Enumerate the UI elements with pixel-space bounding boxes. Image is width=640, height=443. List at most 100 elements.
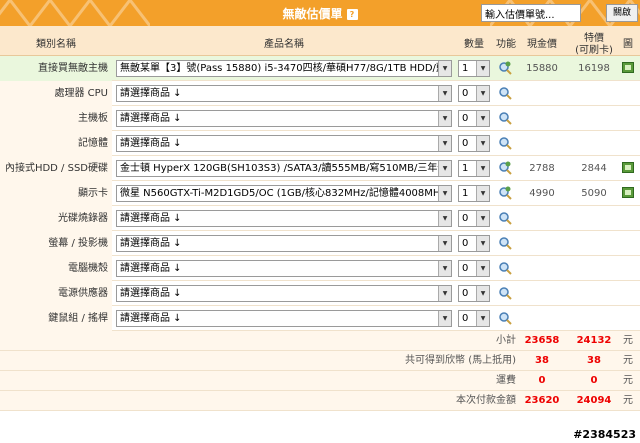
special-price: [572, 231, 616, 256]
product-select[interactable]: 請選擇商品 ↓ ▼: [116, 285, 452, 302]
estimate-number-input[interactable]: [481, 4, 581, 22]
column-func: 功能: [496, 39, 516, 50]
chevron-down-icon[interactable]: ▼: [438, 211, 451, 226]
search-icon[interactable]: [498, 261, 512, 275]
quantity-value: 1: [462, 188, 469, 199]
product-select[interactable]: 無敵某單【3】號(Pass 15880) i5-3470四核/華碩H77/8G/…: [116, 60, 452, 77]
chevron-down-icon[interactable]: ▼: [438, 186, 451, 201]
product-row: 處理器 CPU 請選擇商品 ↓ ▼ 0 ▼: [0, 81, 640, 106]
chevron-down-icon[interactable]: ▼: [476, 261, 489, 276]
cash-price: 2788: [529, 163, 555, 174]
search-icon[interactable]: [498, 136, 512, 150]
close-button[interactable]: 關啟: [606, 4, 638, 22]
product-select[interactable]: 請選擇商品 ↓ ▼: [116, 135, 452, 152]
column-pic: 圖: [623, 39, 633, 50]
chevron-down-icon[interactable]: ▼: [476, 236, 489, 251]
chevron-down-icon[interactable]: ▼: [476, 111, 489, 126]
product-row: 內接式HDD / SSD硬碟 金士頓 HyperX 120GB(SH103S3) …: [0, 156, 640, 181]
refresh-search-icon[interactable]: [498, 61, 512, 75]
chevron-down-icon[interactable]: ▼: [438, 111, 451, 126]
chevron-down-icon[interactable]: ▼: [438, 86, 451, 101]
chevron-down-icon[interactable]: ▼: [476, 136, 489, 151]
product-select[interactable]: 請選擇商品 ↓ ▼: [116, 85, 452, 102]
search-icon[interactable]: [498, 236, 512, 250]
chevron-down-icon[interactable]: ▼: [438, 311, 451, 326]
summary-row: 小計 23658 24132 元: [0, 331, 640, 351]
cash-price: 4990: [529, 188, 555, 199]
quantity-value: 0: [462, 113, 469, 124]
quantity-select[interactable]: 0 ▼: [458, 210, 490, 227]
cash-price: [520, 281, 564, 306]
special-price: [572, 281, 616, 306]
chevron-down-icon[interactable]: ▼: [438, 286, 451, 301]
chevron-down-icon[interactable]: ▼: [476, 86, 489, 101]
quantity-select[interactable]: 0 ▼: [458, 235, 490, 252]
quantity-select[interactable]: 1 ▼: [458, 185, 490, 202]
quantity-select[interactable]: 1 ▼: [458, 160, 490, 177]
product-select-value: 請選擇商品 ↓: [120, 88, 182, 99]
watermark: #2384523: [573, 428, 636, 441]
image-icon[interactable]: [622, 187, 634, 198]
search-icon[interactable]: [498, 86, 512, 100]
product-select-value: 微星 N560GTX-Ti-M2D1GD5/OC (1GB/核心832MHz/記…: [120, 188, 450, 199]
search-icon[interactable]: [498, 211, 512, 225]
product-select[interactable]: 微星 N560GTX-Ti-M2D1GD5/OC (1GB/核心832MHz/記…: [116, 185, 452, 202]
summary-row: 本次付款金額 23620 24094 元: [0, 391, 640, 411]
chevron-down-icon[interactable]: ▼: [476, 61, 489, 76]
search-icon[interactable]: [498, 311, 512, 325]
quantity-select[interactable]: 0 ▼: [458, 85, 490, 102]
special-price: [572, 81, 616, 106]
chevron-down-icon[interactable]: ▼: [438, 136, 451, 151]
special-price: [572, 106, 616, 131]
summary-special: 24132: [576, 335, 612, 346]
product-row: 顯示卡 微星 N560GTX-Ti-M2D1GD5/OC (1GB/核心832MH…: [0, 181, 640, 206]
image-icon[interactable]: [622, 62, 634, 73]
quantity-select[interactable]: 0 ▼: [458, 110, 490, 127]
summary-special: 24094: [576, 395, 612, 406]
chevron-down-icon[interactable]: ▼: [476, 311, 489, 326]
chevron-down-icon[interactable]: ▼: [438, 61, 451, 76]
special-price: [572, 131, 616, 156]
chevron-down-icon[interactable]: ▼: [476, 161, 489, 176]
image-icon[interactable]: [622, 162, 634, 173]
quantity-value: 0: [462, 288, 469, 299]
quantity-value: 0: [462, 238, 469, 249]
quantity-value: 0: [462, 138, 469, 149]
category-label: 直接買無敵主機: [0, 56, 112, 81]
help-icon[interactable]: ?: [346, 9, 358, 20]
product-select[interactable]: 請選擇商品 ↓ ▼: [116, 260, 452, 277]
product-select-value: 請選擇商品 ↓: [120, 213, 182, 224]
special-price: 5090: [581, 188, 607, 199]
summary-unit: 元: [623, 375, 633, 386]
refresh-search-icon[interactable]: [498, 161, 512, 175]
product-row: 電源供應器 請選擇商品 ↓ ▼ 0 ▼: [0, 281, 640, 306]
quantity-select[interactable]: 1 ▼: [458, 60, 490, 77]
refresh-search-icon[interactable]: [498, 186, 512, 200]
cash-price: [520, 306, 564, 331]
quantity-select[interactable]: 0 ▼: [458, 285, 490, 302]
quantity-select[interactable]: 0 ▼: [458, 260, 490, 277]
product-select[interactable]: 請選擇商品 ↓ ▼: [116, 235, 452, 252]
quantity-select[interactable]: 0 ▼: [458, 135, 490, 152]
product-row: 鍵鼠組 / 搖桿 請選擇商品 ↓ ▼ 0 ▼: [0, 306, 640, 331]
chevron-down-icon[interactable]: ▼: [476, 186, 489, 201]
category-label: 光碟燒錄器: [0, 206, 112, 231]
quantity-select[interactable]: 0 ▼: [458, 310, 490, 327]
search-icon[interactable]: [498, 111, 512, 125]
category-label: 主機板: [0, 106, 112, 131]
chevron-down-icon[interactable]: ▼: [438, 236, 451, 251]
product-select[interactable]: 請選擇商品 ↓ ▼: [116, 310, 452, 327]
product-select[interactable]: 金士頓 HyperX 120GB(SH103S3) /SATA3/讀555MB/…: [116, 160, 452, 177]
summary-cash: 23658: [524, 335, 560, 346]
chevron-down-icon[interactable]: ▼: [476, 211, 489, 226]
product-row: 光碟燒錄器 請選擇商品 ↓ ▼ 0 ▼: [0, 206, 640, 231]
summary-row: 共可得到欣幣 (馬上抵用) 38 38 元: [0, 351, 640, 371]
product-select[interactable]: 請選擇商品 ↓ ▼: [116, 210, 452, 227]
summary-cash: 0: [538, 375, 546, 386]
chevron-down-icon[interactable]: ▼: [476, 286, 489, 301]
chevron-down-icon[interactable]: ▼: [438, 261, 451, 276]
search-icon[interactable]: [498, 286, 512, 300]
chevron-down-icon[interactable]: ▼: [438, 161, 451, 176]
product-select[interactable]: 請選擇商品 ↓ ▼: [116, 110, 452, 127]
summary-cash: 23620: [524, 395, 560, 406]
